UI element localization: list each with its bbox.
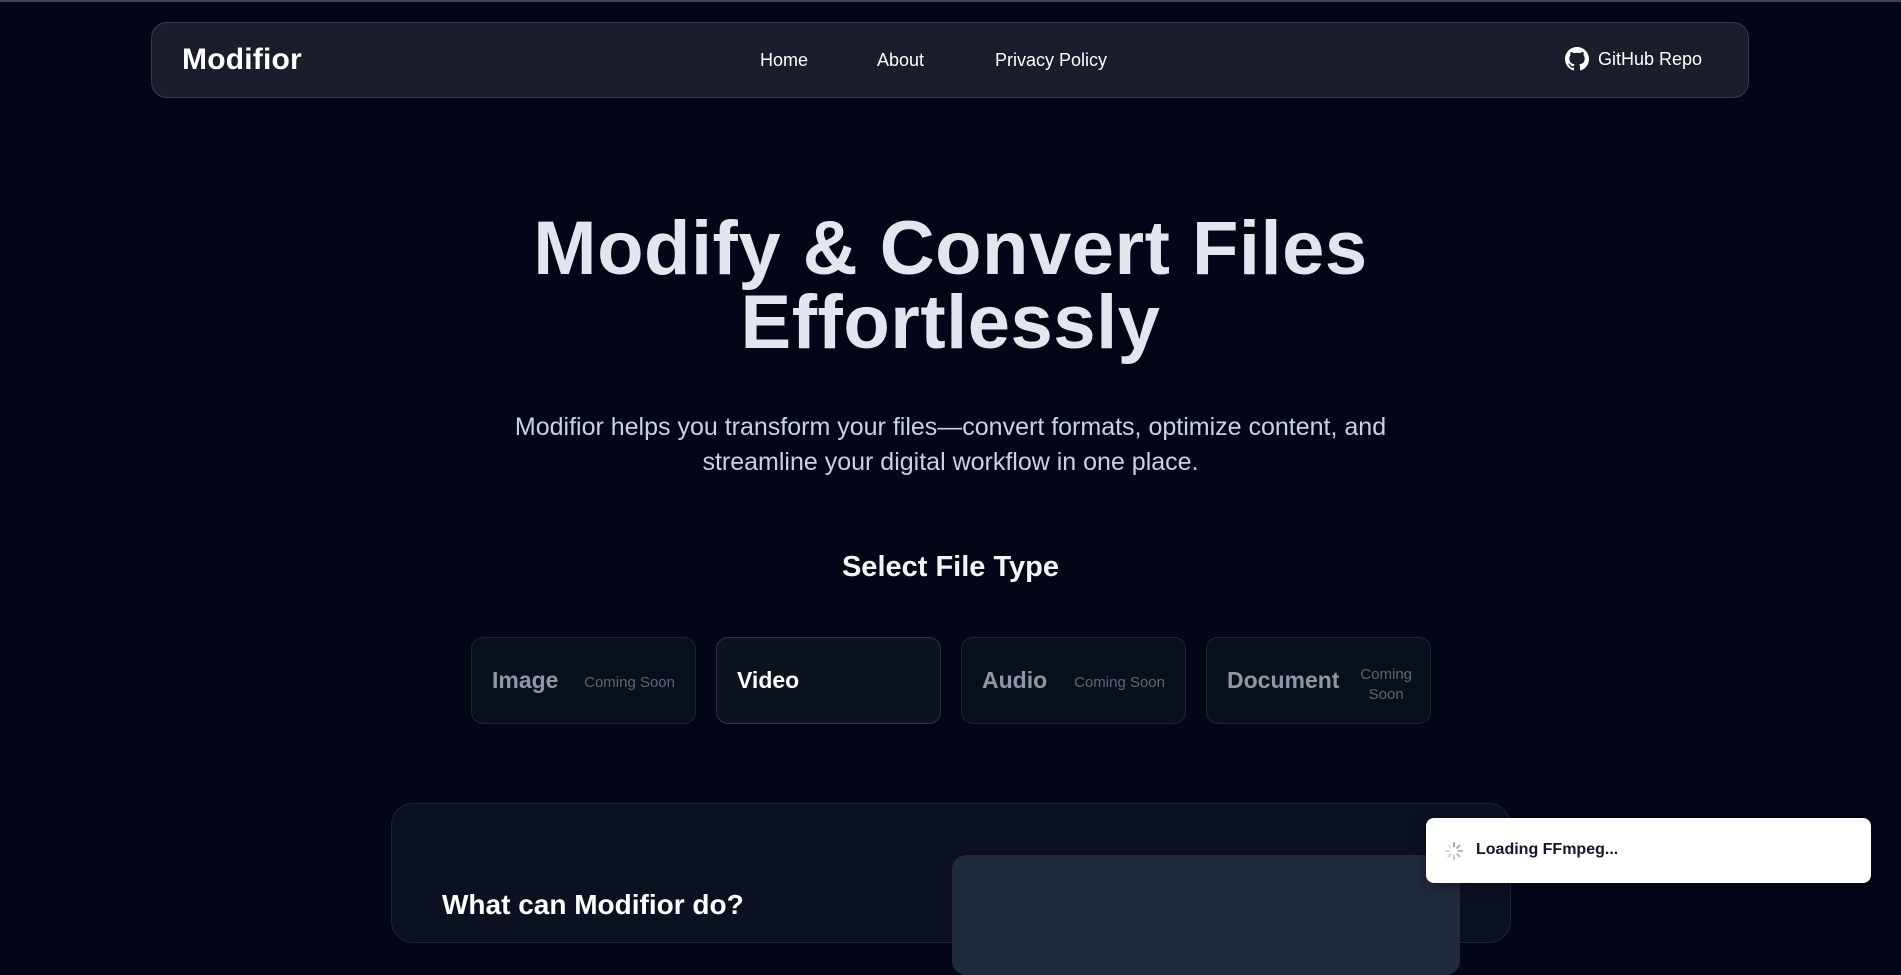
hero-title: Modify & Convert Files Effortlessly bbox=[0, 211, 1901, 361]
coming-soon-badge-line2: Soon bbox=[1368, 686, 1404, 703]
file-type-document-card[interactable]: Document Coming Soon bbox=[1206, 637, 1431, 724]
nav-home-link[interactable]: Home bbox=[760, 50, 808, 71]
features-heading: What can Modifior do? bbox=[442, 889, 744, 920]
hero-subtitle-line2: streamline your digital workflow in one … bbox=[702, 448, 1199, 476]
coming-soon-badge: Coming Soon bbox=[584, 674, 675, 691]
hero-title-line1: Modify & Convert Files bbox=[533, 206, 1368, 291]
coming-soon-badge: Coming Soon bbox=[1360, 665, 1412, 705]
file-type-options: Image Coming Soon Video Audio Coming Soo… bbox=[0, 637, 1901, 725]
file-type-video-card[interactable]: Video bbox=[716, 637, 941, 724]
toast-message: Loading FFmpeg... bbox=[1476, 841, 1619, 858]
select-file-type-heading: Select File Type bbox=[841, 551, 1060, 583]
github-repo-label: GitHub Repo bbox=[1598, 48, 1703, 69]
github-icon bbox=[1565, 47, 1589, 71]
file-type-label: Video bbox=[737, 667, 800, 693]
github-repo-link[interactable]: GitHub Repo bbox=[1565, 47, 1702, 71]
window-top-border bbox=[0, 0, 1901, 2]
file-type-image-card[interactable]: Image Coming Soon bbox=[471, 637, 696, 724]
nav-about-link[interactable]: About bbox=[877, 50, 924, 71]
navbar: Modifior Home About Privacy Policy GitHu… bbox=[151, 22, 1749, 98]
file-type-label: Document bbox=[1227, 667, 1340, 693]
loading-toast: Loading FFmpeg... bbox=[1426, 818, 1871, 883]
features-panel: What can Modifior do? bbox=[391, 803, 1511, 975]
features-media-placeholder bbox=[952, 855, 1460, 975]
spinner-icon bbox=[1445, 842, 1463, 860]
coming-soon-badge-line1: Coming bbox=[1360, 666, 1412, 683]
hero-subtitle-line1: Modifior helps you transform your files—… bbox=[514, 413, 1387, 441]
hero-title-line2: Effortlessly bbox=[740, 280, 1161, 365]
nav-links: Home About Privacy Policy bbox=[152, 23, 1748, 97]
file-type-audio-card[interactable]: Audio Coming Soon bbox=[961, 637, 1186, 724]
hero-subtitle: Modifior helps you transform your files—… bbox=[480, 410, 1421, 480]
file-type-label: Audio bbox=[982, 667, 1048, 693]
coming-soon-badge: Coming Soon bbox=[1074, 674, 1165, 691]
nav-privacy-policy-link[interactable]: Privacy Policy bbox=[995, 50, 1107, 71]
file-type-label: Image bbox=[492, 667, 559, 693]
